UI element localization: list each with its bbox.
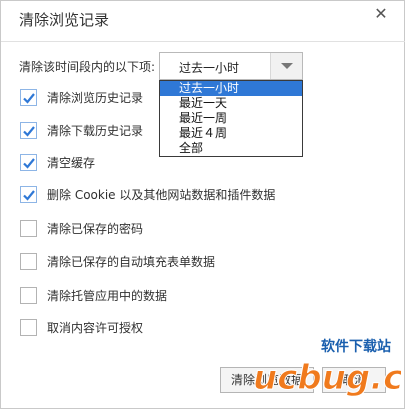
option-last-4-weeks[interactable]: 最近４周 (160, 126, 302, 141)
cancel-button[interactable]: 取消 (322, 367, 386, 393)
checkbox-browsing-history[interactable] (20, 88, 37, 106)
checkmark-icon (23, 92, 35, 104)
option-last-day[interactable]: 最近一天 (160, 96, 302, 111)
checkbox-autofill[interactable] (20, 252, 37, 270)
clear-data-button[interactable]: 清除浏览数据 (220, 367, 314, 393)
dialog-title: 清除浏览记录 (19, 11, 110, 29)
item-label: 清除托管应用中的数据 (47, 288, 168, 303)
checkmark-icon (23, 125, 35, 137)
checkbox-cache[interactable] (20, 153, 37, 171)
item-content-licenses[interactable]: 取消内容许可授权 (20, 318, 143, 336)
item-label: 清除已保存的密码 (47, 221, 144, 236)
item-autofill[interactable]: 清除已保存的自动填充表单数据 (20, 252, 215, 270)
chevron-down-icon (281, 63, 293, 69)
time-period-dropdown: 过去一小时 最近一天 最近一周 最近４周 全部 (159, 80, 303, 157)
checkbox-hosted-app-data[interactable] (20, 286, 37, 304)
checkmark-icon (23, 189, 35, 201)
checkbox-content-licenses[interactable] (20, 318, 37, 336)
checkmark-icon (23, 157, 35, 169)
watermark-tagline: 软件下载站 (321, 338, 391, 355)
item-label: 清空缓存 (47, 155, 96, 170)
item-hosted-app-data[interactable]: 清除托管应用中的数据 (20, 286, 167, 304)
checkbox-passwords[interactable] (20, 219, 37, 237)
close-icon[interactable]: ✕ (372, 5, 390, 23)
item-label: 清除下载历史记录 (47, 123, 144, 138)
item-label: 删除 Cookie 以及其他网站数据和插件数据 (47, 187, 276, 202)
item-browsing-history[interactable]: 清除浏览历史记录 (20, 88, 143, 106)
option-past-hour[interactable]: 过去一小时 (160, 81, 302, 96)
item-label: 取消内容许可授权 (47, 320, 144, 335)
clear-browsing-dialog: 清除浏览记录 ✕ 清除该时间段内的以下项: 过去一小时 过去一小时 最近一天 最… (0, 0, 405, 409)
period-label: 清除该时间段内的以下项: (19, 60, 156, 74)
item-passwords[interactable]: 清除已保存的密码 (20, 219, 143, 237)
title-divider (1, 41, 405, 42)
select-arrow-area[interactable] (270, 53, 302, 79)
item-cookies[interactable]: 删除 Cookie 以及其他网站数据和插件数据 (20, 185, 275, 203)
option-last-week[interactable]: 最近一周 (160, 111, 302, 126)
checkbox-download-history[interactable] (20, 121, 37, 139)
time-period-select[interactable]: 过去一小时 (159, 52, 303, 80)
option-all[interactable]: 全部 (160, 141, 302, 156)
time-period-value: 过去一小时 (179, 61, 240, 75)
item-label: 清除已保存的自动填充表单数据 (47, 254, 216, 269)
item-cache[interactable]: 清空缓存 (20, 153, 95, 171)
item-label: 清除浏览历史记录 (47, 90, 144, 105)
item-download-history[interactable]: 清除下载历史记录 (20, 121, 143, 139)
checkbox-cookies[interactable] (20, 185, 37, 203)
